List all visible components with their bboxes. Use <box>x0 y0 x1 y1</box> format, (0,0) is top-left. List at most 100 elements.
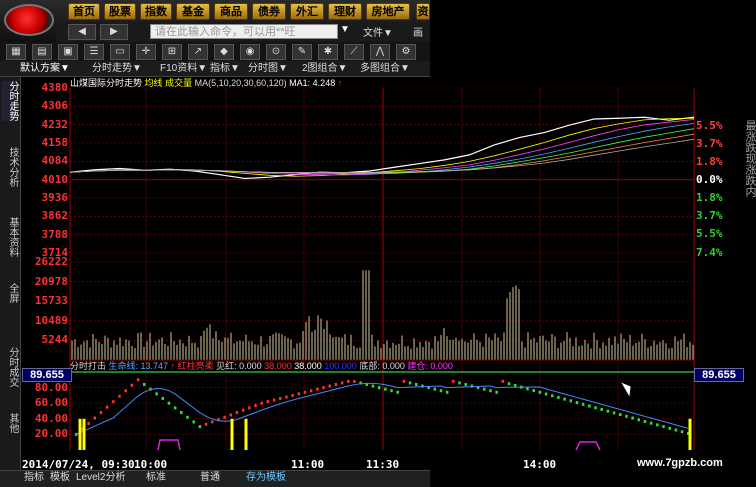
left-tab-3[interactable]: 全屏 <box>2 283 18 303</box>
pct-tick-label: 3.7% <box>696 137 723 150</box>
draw-menu[interactable]: 画 <box>413 24 423 39</box>
left-tab-1[interactable]: 技术分析 <box>2 147 18 187</box>
bottom-tab-2[interactable]: Level2分析 <box>76 471 125 485</box>
indicator-dot <box>241 408 245 412</box>
app-logo-icon[interactable] <box>4 4 54 36</box>
indicator-tick-label: 80.00 <box>34 380 68 394</box>
nav-tab-4[interactable]: 商品 <box>214 3 248 20</box>
indicator-dot <box>507 382 511 386</box>
watermark: www.7gpzb.com <box>637 457 723 469</box>
tab-5[interactable]: 2图组合▼ <box>302 61 347 77</box>
nav-tab-0[interactable]: 首页 <box>68 3 100 20</box>
indicator-tick-label: 20.00 <box>34 427 68 441</box>
nav-tab-9[interactable]: 资 <box>416 3 430 20</box>
arrow-icon[interactable]: ↗ <box>188 44 208 60</box>
indicator-dot <box>112 400 115 404</box>
indicator-dot <box>408 381 412 385</box>
left-vertical-tabs: 分时走势技术分析基本资料全屏分时成交其他 <box>0 77 21 473</box>
tab-4[interactable]: 分时图▼ <box>248 61 288 77</box>
grid-icon[interactable]: ▦ <box>6 44 26 60</box>
list-icon[interactable]: ☰ <box>84 44 104 60</box>
bottom-tab-5[interactable]: 存为模板 <box>246 471 286 485</box>
function-tab-bar: 默认方案▼ 分时走势▼ F10资料▼ 指标▼ 分时图▼ 2图组合▼ 多图组合▼ <box>0 61 430 77</box>
indicator-dot <box>433 387 437 391</box>
chart-header: 山煤国际分时走势 均线 成交量 MA(5,10,20,30,60,120) MA… <box>70 77 430 89</box>
crosshair-icon[interactable]: ✛ <box>136 44 156 60</box>
line-tool-icon[interactable]: ⟋ <box>344 44 364 60</box>
image-icon[interactable]: ▣ <box>58 44 78 60</box>
indicator-dot <box>458 381 461 385</box>
nav-tab-7[interactable]: 理财 <box>328 3 362 20</box>
settings-icon[interactable]: ⚙ <box>396 44 416 60</box>
indicator-dot <box>662 425 665 429</box>
diamond-icon[interactable]: ◆ <box>214 44 234 60</box>
bottom-tab-bar: 指标 模板 Level2分析 标准 普通 存为模板 <box>0 470 430 487</box>
indicator-dot <box>631 416 634 420</box>
nav-tab-1[interactable]: 股票 <box>104 3 136 20</box>
indicator-dot <box>538 390 542 394</box>
file-menu[interactable]: 文件▼ <box>363 24 393 39</box>
indicator-value-2: 38.000 <box>294 361 322 371</box>
indicator-dot <box>353 379 356 383</box>
back-button[interactable]: ◀ <box>68 24 96 40</box>
right-side-panel-text: 最涨跌现涨跌内 <box>744 120 756 197</box>
time-label-14: 14:00 <box>523 458 557 471</box>
window-icon[interactable]: ▭ <box>110 44 130 60</box>
nav-tab-3[interactable]: 基金 <box>176 3 210 20</box>
left-tab-5[interactable]: 其他 <box>2 413 18 433</box>
indicator-name: 分时打击 <box>70 361 107 371</box>
bottom-signal <box>157 439 181 451</box>
left-tab-0[interactable]: 分时走势 <box>2 81 18 121</box>
tab-6[interactable]: 多图组合▼ <box>360 61 410 77</box>
bottom-tab-4[interactable]: 普通 <box>200 471 220 485</box>
command-dropdown-icon[interactable]: ▼ <box>340 24 350 35</box>
indicator-dot <box>445 390 449 394</box>
tab-3[interactable]: 指标▼ <box>210 61 240 77</box>
indicator-dot <box>680 430 684 434</box>
volume-label: 成交量 <box>165 78 193 88</box>
indicator-dot <box>575 401 579 405</box>
bottom-tab-1[interactable]: 模板 <box>50 471 70 485</box>
nav-tab-6[interactable]: 外汇 <box>290 3 324 20</box>
indicator-dot <box>489 389 492 393</box>
indicator-dot <box>155 392 158 396</box>
chart-icon[interactable]: ▤ <box>32 44 52 60</box>
circle-icon[interactable]: ⊙ <box>266 44 286 60</box>
ma-line-2 <box>69 123 695 175</box>
nav-tab-2[interactable]: 指数 <box>140 3 172 20</box>
price-tick-label: 3862 <box>41 209 69 223</box>
zoom-icon[interactable]: ⊞ <box>162 44 182 60</box>
tab-1[interactable]: 分时走势▼ <box>92 61 142 77</box>
ma1-value: MA1: 4.248 <box>289 78 336 88</box>
indicator-tick-label: 60.00 <box>34 396 68 410</box>
indicator-dot <box>143 382 146 386</box>
pct-tick-label: 5.5% <box>696 119 723 132</box>
life-line-value: 生命线: 13.747 <box>108 361 169 371</box>
pct-tick-label: 0.0% <box>696 173 723 186</box>
stock-title: 山煤国际分时走势 <box>70 78 143 88</box>
bottom-tab-3[interactable]: 标准 <box>146 471 166 485</box>
command-input[interactable]: 请在此输入命令，可以用**旺 <box>150 24 338 39</box>
bottom-tab-0[interactable]: 指标 <box>24 471 44 485</box>
ma-line-5 <box>69 138 695 174</box>
nav-tab-5[interactable]: 债券 <box>252 3 286 20</box>
indicator-dot <box>334 382 338 386</box>
left-tab-2[interactable]: 基本资料 <box>2 217 18 257</box>
indicator-dot <box>161 397 165 401</box>
indicator-dot <box>204 422 208 426</box>
fibo-icon[interactable]: ⋀ <box>370 44 390 60</box>
forward-button[interactable]: ▶ <box>100 24 128 40</box>
eye-icon[interactable]: ◉ <box>240 44 260 60</box>
indicator-dot <box>180 411 183 415</box>
tab-0[interactable]: 默认方案▼ <box>20 61 70 77</box>
bottom-signal <box>575 441 601 451</box>
eraser-icon[interactable]: ✎ <box>292 44 312 60</box>
indicator-dot <box>124 389 127 393</box>
tab-2[interactable]: F10资料▼ <box>160 61 207 77</box>
indicator-dot <box>396 390 399 394</box>
left-tab-4[interactable]: 分时成交 <box>2 347 18 387</box>
nav-tab-8[interactable]: 房地产 <box>366 3 410 20</box>
star-icon[interactable]: ✱ <box>318 44 338 60</box>
ma1-arrow-icon: ↑ <box>337 78 343 88</box>
indicator-dot <box>637 418 641 422</box>
